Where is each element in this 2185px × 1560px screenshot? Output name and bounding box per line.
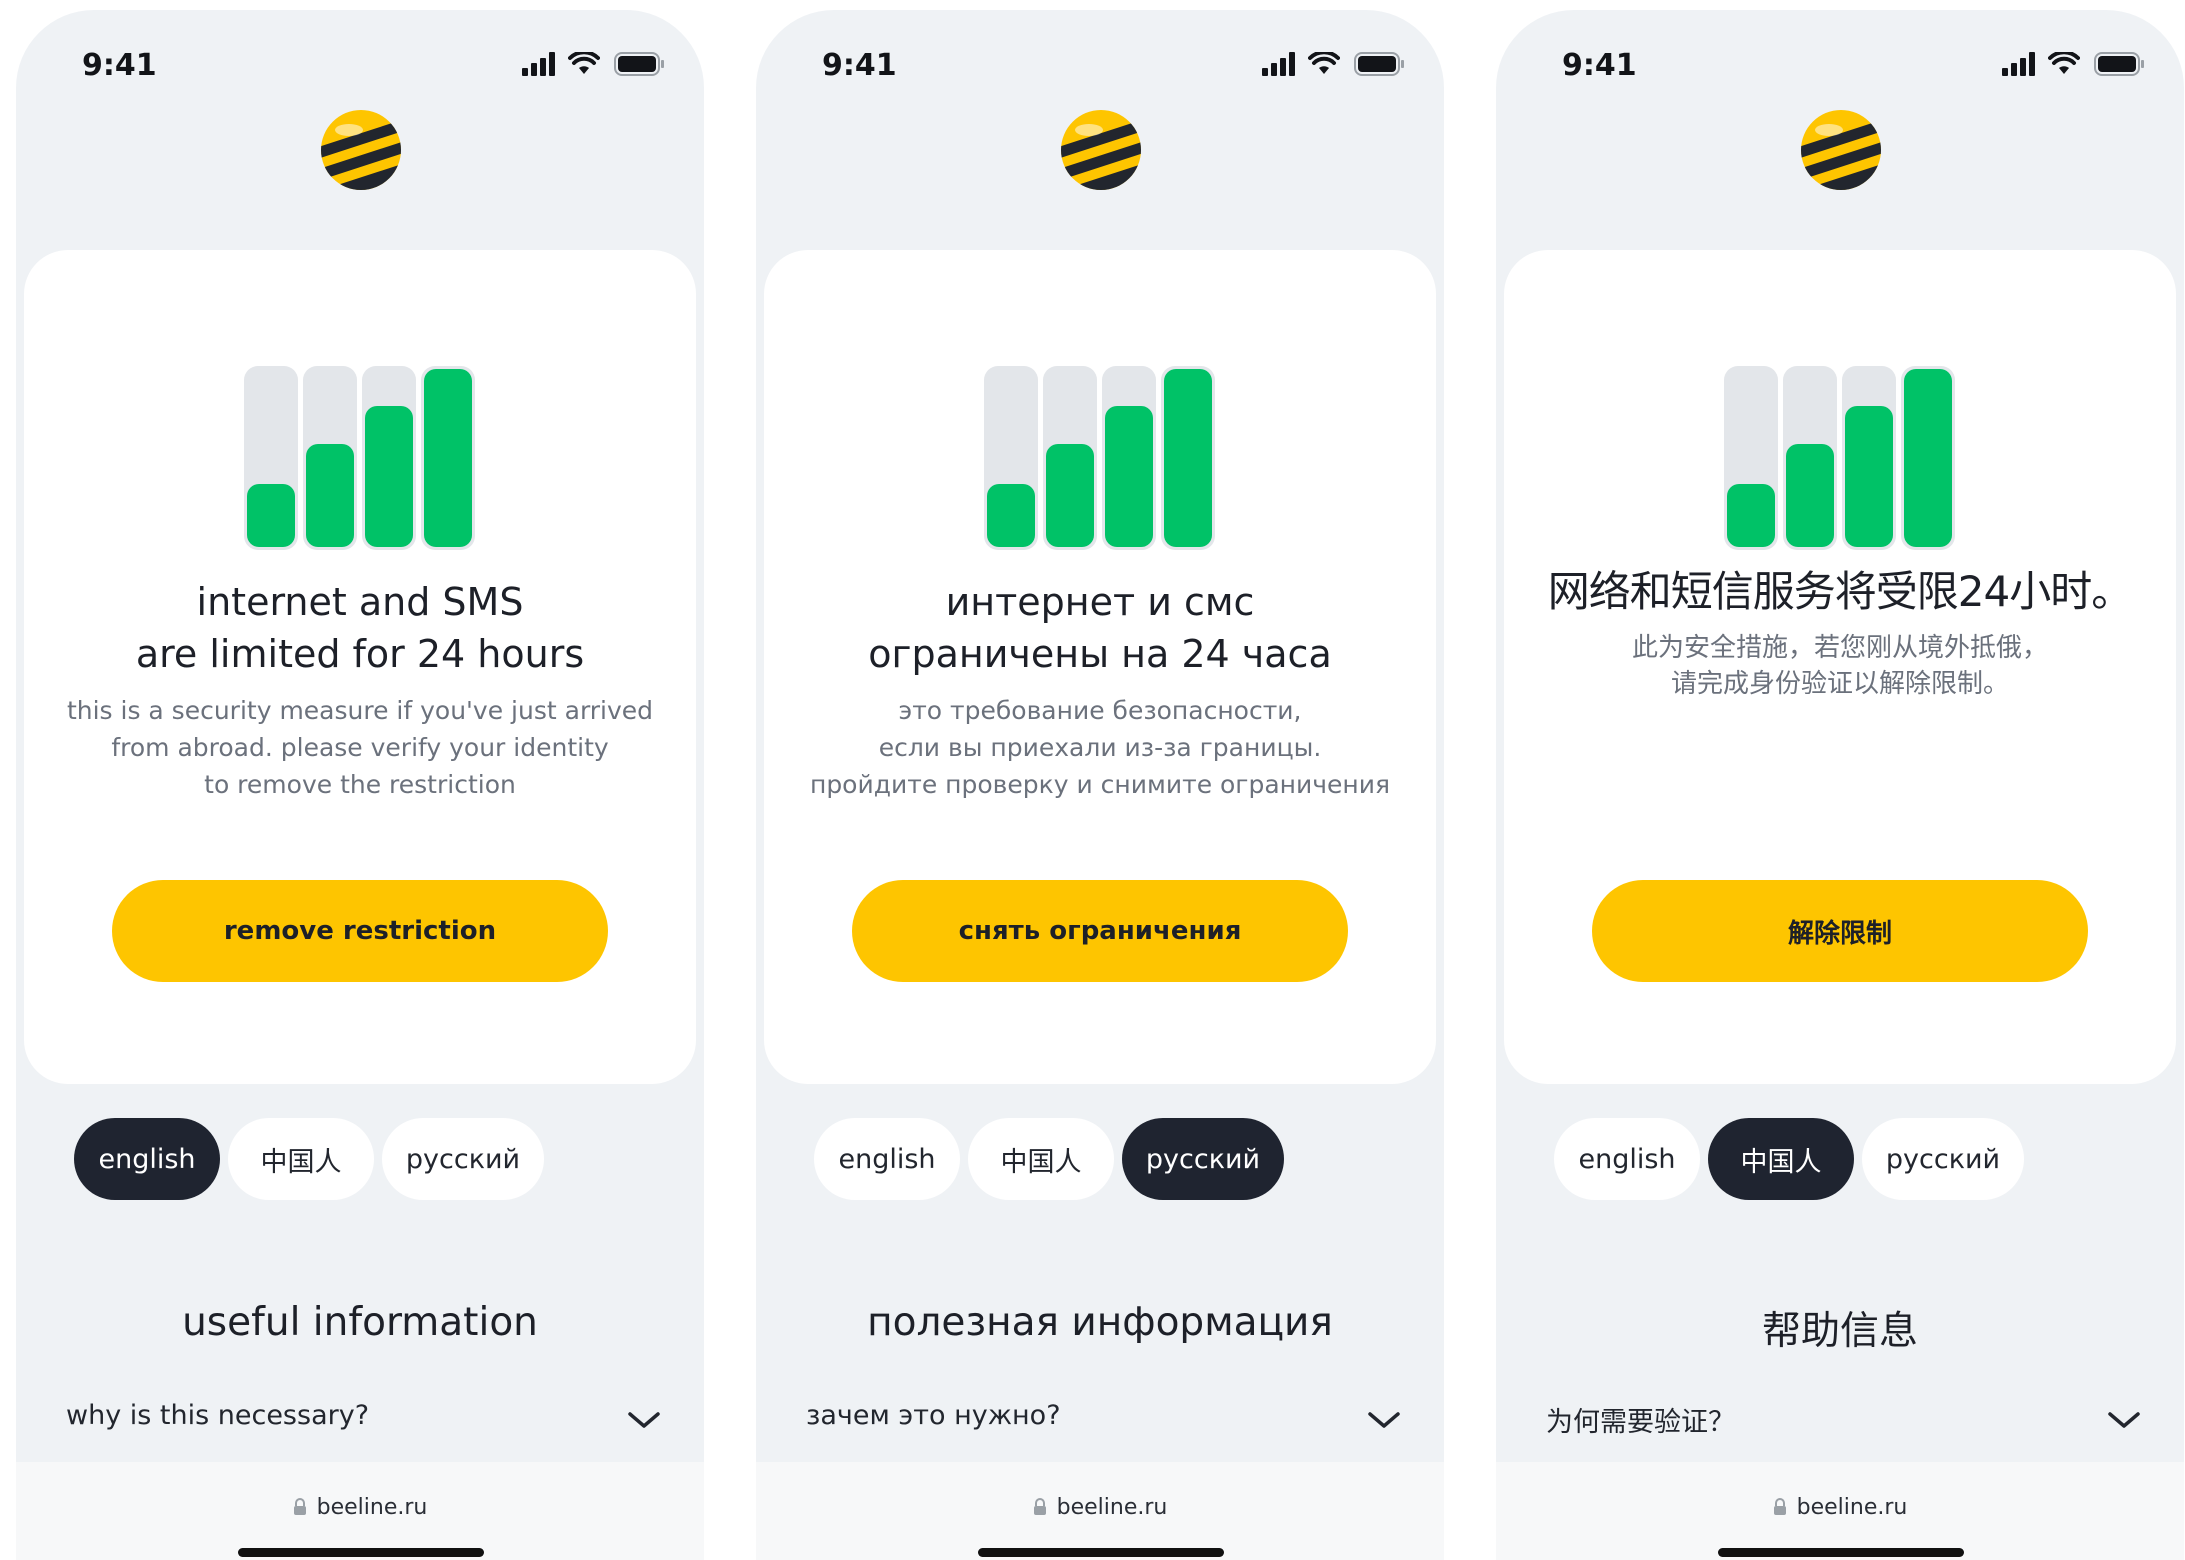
restriction-card: 网络和短信服务将受限24小时。 此为安全措施，若您刚从境外抵俄， 请完成身份验证… [1504,250,2176,1084]
home-indicator[interactable] [238,1548,484,1557]
useful-information-heading: useful information [182,1300,538,1345]
address-bar[interactable]: beeline.ru [1496,1495,2184,1520]
faq-question[interactable]: why is this necessary? [66,1400,369,1431]
status-time: 9:41 [822,48,897,83]
faq-question[interactable]: зачем это нужно? [806,1400,1061,1431]
address-bar[interactable]: beeline.ru [16,1495,704,1520]
battery-icon [2094,52,2144,76]
beeline-logo-icon [321,110,401,190]
restriction-description: это требование безопасности, если вы при… [809,696,1391,799]
restriction-description: this is a security measure if you've jus… [66,696,654,799]
signal-bars-icon [1724,366,1955,550]
status-bar: 9:41 [16,40,704,90]
browser-bar: beeline.ru [756,1462,1444,1560]
restriction-title: интернет и смс ограничены на 24 часа [868,580,1332,676]
url-text: beeline.ru [316,1495,428,1520]
restriction-description: 此为安全措施，若您刚从境外抵俄， 请完成身份验证以解除限制。 [1631,633,2048,699]
home-indicator[interactable] [978,1548,1224,1557]
battery-icon [1354,52,1404,76]
remove-restriction-button[interactable]: remove restriction [112,880,608,982]
language-english-button[interactable]: english [814,1118,960,1200]
chevron-down-icon[interactable] [2106,1408,2142,1432]
url-text: beeline.ru [1056,1495,1168,1520]
mockup-stage: 9:41 internet and SMS are limited for 24… [0,0,2185,1560]
status-time: 9:41 [1562,48,1637,83]
language-chinese-button[interactable]: 中国人 [228,1118,374,1200]
restriction-title: 网络和短信服务将受限24小时。 [1547,567,2133,616]
chevron-down-icon[interactable] [626,1408,662,1432]
wifi-icon [2048,52,2080,74]
cellular-signal-icon [522,52,555,76]
phone-screen-english: 9:41 internet and SMS are limited for 24… [16,10,704,1560]
useful-information-heading: 帮助信息 [1761,1309,1918,1354]
chevron-down-icon[interactable] [1366,1408,1402,1432]
restriction-card: internet and SMS are limited for 24 hour… [24,250,696,1084]
wifi-icon [1308,52,1340,74]
browser-bar: beeline.ru [1496,1462,2184,1560]
address-bar[interactable]: beeline.ru [756,1495,1444,1520]
language-russian-button[interactable]: русский [1862,1118,2024,1200]
language-english-button[interactable]: english [74,1118,220,1200]
faq-question[interactable]: 为何需要验证？ [1546,1400,1735,1439]
browser-bar: beeline.ru [16,1462,704,1560]
lock-icon [293,1498,306,1515]
restriction-title: internet and SMS are limited for 24 hour… [135,580,585,676]
home-indicator[interactable] [1718,1548,1964,1557]
beeline-logo-icon [1801,110,1881,190]
phone-screen-russian: 9:41 интернет и смс ограничены на 24 час… [756,10,1444,1560]
language-russian-button[interactable]: русский [382,1118,544,1200]
useful-information-heading: полезная информация [867,1300,1333,1345]
remove-restriction-button[interactable]: 解除限制 [1592,880,2088,982]
language-chinese-button[interactable]: 中国人 [968,1118,1114,1200]
cellular-signal-icon [2002,52,2035,76]
url-text: beeline.ru [1796,1495,1908,1520]
status-bar: 9:41 [1496,40,2184,90]
beeline-logo-icon [1061,110,1141,190]
lock-icon [1033,1498,1046,1515]
restriction-card: интернет и смс ограничены на 24 часа это… [764,250,1436,1084]
signal-bars-icon [984,366,1215,550]
lock-icon [1773,1498,1786,1515]
language-chinese-button[interactable]: 中国人 [1708,1118,1854,1200]
signal-bars-icon [244,366,475,550]
remove-restriction-button[interactable]: снять ограничения [852,880,1348,982]
language-english-button[interactable]: english [1554,1118,1700,1200]
cellular-signal-icon [1262,52,1295,76]
status-time: 9:41 [82,48,157,83]
phone-screen-chinese: 9:41 网络和短信服务将受限24小时。 此为安全措施，若您刚从境外抵俄， 请完… [1496,10,2184,1560]
battery-icon [614,52,664,76]
status-bar: 9:41 [756,40,1444,90]
wifi-icon [568,52,600,74]
language-russian-button[interactable]: русский [1122,1118,1284,1200]
